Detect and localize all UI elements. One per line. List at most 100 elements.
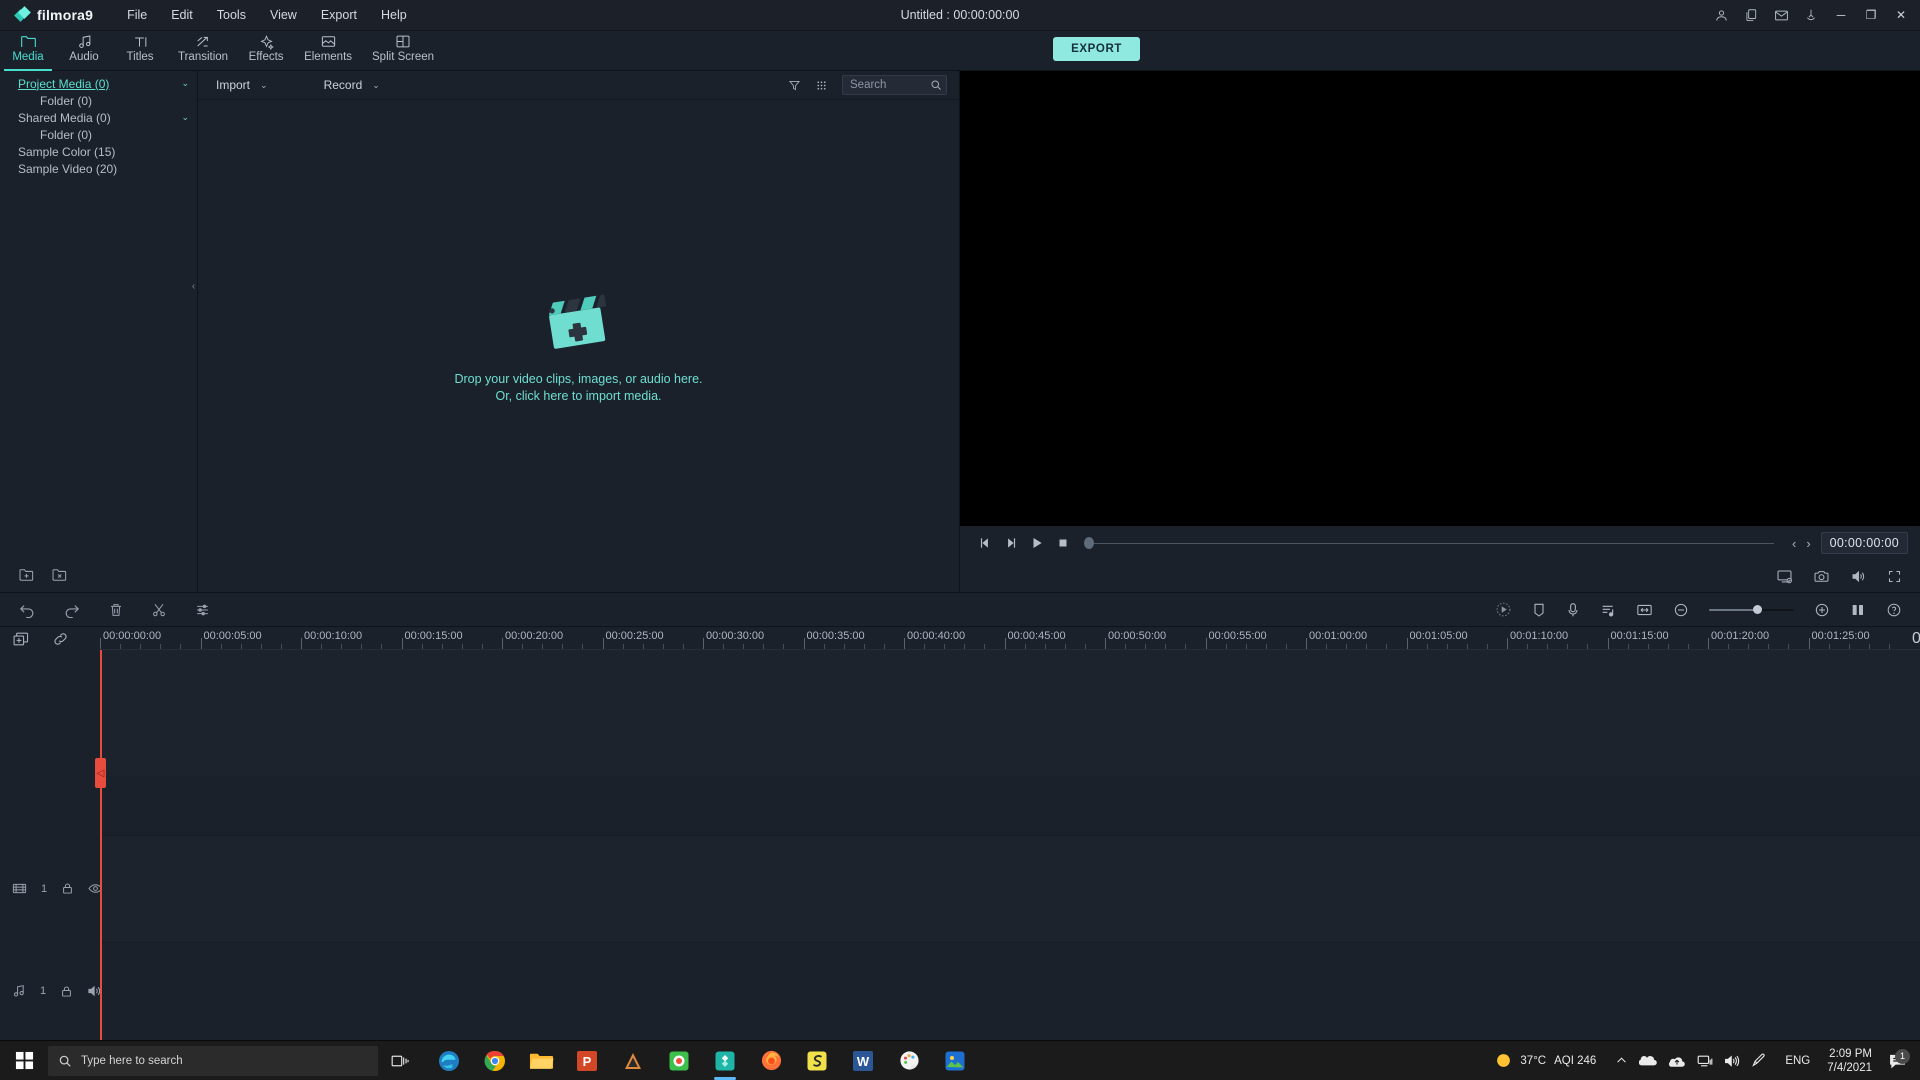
track-body-video-1[interactable] — [100, 834, 1920, 943]
cloud-upload-icon[interactable] — [1668, 1054, 1686, 1068]
volume-icon[interactable] — [1850, 569, 1867, 584]
copy-icon[interactable] — [1736, 0, 1766, 30]
chevron-up-icon[interactable] — [1615, 1054, 1628, 1067]
playhead-grip[interactable]: ◁ — [95, 758, 106, 788]
fit-timeline-icon[interactable] — [1636, 603, 1653, 617]
volume-icon[interactable] — [1724, 1054, 1740, 1068]
chevron-down-icon[interactable]: ⌄ — [181, 78, 189, 89]
tab-titles[interactable]: Titles — [112, 31, 168, 71]
library-item-sample-video[interactable]: Sample Video (20) — [0, 160, 197, 177]
file-explorer-icon[interactable] — [522, 1041, 560, 1080]
lock-icon[interactable] — [60, 985, 73, 998]
delete-folder-icon[interactable] — [51, 567, 68, 582]
fullscreen-icon[interactable] — [1887, 569, 1902, 584]
track-body-audio-1[interactable] — [100, 942, 1920, 1040]
split-view-icon[interactable] — [1850, 602, 1866, 618]
window-close-button[interactable]: ✕ — [1886, 0, 1916, 30]
task-view-icon[interactable] — [378, 1053, 422, 1069]
zoom-in-icon[interactable] — [1814, 602, 1830, 618]
powerpoint-icon[interactable]: P — [568, 1041, 606, 1080]
menu-item-export[interactable]: Export — [309, 3, 369, 27]
stop-icon[interactable] — [1050, 530, 1076, 556]
tab-audio[interactable]: Audio — [56, 31, 112, 71]
windows-start-icon[interactable] — [0, 1051, 48, 1070]
snapshot-device-icon[interactable] — [1776, 569, 1793, 584]
sidebar-collapse-handle[interactable]: ‹ — [189, 271, 198, 301]
snagit-icon[interactable] — [798, 1041, 836, 1080]
library-item-folder-2[interactable]: Folder (0) — [0, 126, 197, 143]
chevron-down-icon[interactable]: ⌄ — [181, 112, 189, 123]
language-indicator[interactable]: ENG — [1776, 1055, 1819, 1067]
zoom-slider[interactable] — [1709, 603, 1794, 617]
taskbar-search-box[interactable]: Type here to search — [48, 1045, 378, 1076]
timeline-ruler-ticks[interactable]: 00:00:00:00 00:00:05:00 00:00:10:00 00:00:1… — [100, 627, 1920, 650]
network-icon[interactable] — [1697, 1054, 1713, 1068]
link-icon[interactable] — [52, 631, 69, 647]
library-item-sample-color[interactable]: Sample Color (15) — [0, 143, 197, 160]
mark-in-icon[interactable]: ‹ — [1792, 536, 1796, 551]
search-icon[interactable] — [930, 79, 942, 91]
account-icon[interactable] — [1706, 0, 1736, 30]
redo-icon[interactable] — [63, 602, 81, 618]
new-folder-icon[interactable] — [18, 567, 35, 582]
adjust-sliders-icon[interactable] — [194, 602, 211, 618]
tab-effects[interactable]: Effects — [238, 31, 294, 71]
split-scissors-icon[interactable] — [151, 602, 167, 618]
menu-item-help[interactable]: Help — [369, 3, 419, 27]
menu-item-file[interactable]: File — [115, 3, 159, 27]
mark-out-icon[interactable]: › — [1806, 536, 1810, 551]
preview-timecode[interactable]: 00:00:00:00 — [1820, 532, 1908, 554]
camtasia-icon[interactable] — [660, 1041, 698, 1080]
notification-icon[interactable] — [1796, 0, 1826, 30]
clock[interactable]: 2:09 PM 7/4/2021 — [1819, 1047, 1880, 1075]
search-input[interactable] — [850, 79, 930, 91]
playhead[interactable]: ◁ — [95, 650, 106, 1040]
photos-icon[interactable] — [936, 1041, 974, 1080]
tab-transition[interactable]: Transition — [168, 31, 238, 71]
library-item-shared-media[interactable]: Shared Media (0) ⌄ — [0, 109, 197, 126]
word-icon[interactable]: W — [844, 1041, 882, 1080]
track-body-empty[interactable] — [100, 650, 1920, 777]
record-button[interactable]: Record ⌄ — [318, 78, 386, 92]
export-button[interactable]: EXPORT — [1053, 37, 1140, 61]
chevron-down-icon[interactable]: ⌄ — [372, 80, 380, 91]
zoom-out-icon[interactable] — [1673, 602, 1689, 618]
play-icon[interactable] — [1024, 530, 1050, 556]
dropzone[interactable]: Drop your video clips, images, or audio … — [454, 287, 703, 405]
add-track-icon[interactable] — [12, 631, 30, 647]
audio-list-icon[interactable] — [1600, 602, 1616, 618]
zoom-slider-knob[interactable] — [1753, 605, 1762, 614]
edge-icon[interactable] — [430, 1041, 468, 1080]
next-frame-icon[interactable] — [998, 530, 1024, 556]
onedrive-icon[interactable] — [1639, 1054, 1658, 1067]
chevron-down-icon[interactable]: ⌄ — [260, 80, 268, 91]
weather-widget[interactable]: 37°C AQI 246 — [1485, 1052, 1606, 1069]
library-item-folder-1[interactable]: Folder (0) — [0, 92, 197, 109]
autodesk-icon[interactable] — [614, 1041, 652, 1080]
chrome-icon[interactable] — [476, 1041, 514, 1080]
paint-icon[interactable] — [890, 1041, 928, 1080]
render-preview-icon[interactable] — [1495, 601, 1512, 618]
pen-icon[interactable] — [1751, 1053, 1767, 1068]
library-item-project-media[interactable]: Project Media (0) ⌄ — [0, 75, 197, 92]
window-minimize-button[interactable]: ─ — [1826, 0, 1856, 30]
track-body-gap[interactable] — [100, 776, 1920, 835]
tab-split-screen[interactable]: Split Screen — [362, 31, 444, 71]
import-button[interactable]: Import ⌄ — [210, 78, 274, 92]
menu-item-edit[interactable]: Edit — [159, 3, 205, 27]
notification-center-icon[interactable]: 1 — [1880, 1048, 1914, 1069]
media-drop-area[interactable]: Drop your video clips, images, or audio … — [198, 100, 959, 592]
marker-icon[interactable] — [1532, 602, 1546, 618]
preview-scrubber[interactable] — [1084, 530, 1774, 556]
firefox-icon[interactable] — [752, 1041, 790, 1080]
previous-frame-icon[interactable] — [972, 530, 998, 556]
tab-elements[interactable]: Elements — [294, 31, 362, 71]
grid-view-icon[interactable] — [815, 79, 828, 92]
scrubber-knob[interactable] — [1084, 537, 1094, 549]
undo-icon[interactable] — [18, 602, 36, 618]
help-icon[interactable] — [1886, 602, 1902, 618]
lock-icon[interactable] — [61, 882, 74, 895]
mail-icon[interactable] — [1766, 0, 1796, 30]
filter-icon[interactable] — [788, 79, 801, 92]
tab-media[interactable]: Media — [0, 31, 56, 71]
